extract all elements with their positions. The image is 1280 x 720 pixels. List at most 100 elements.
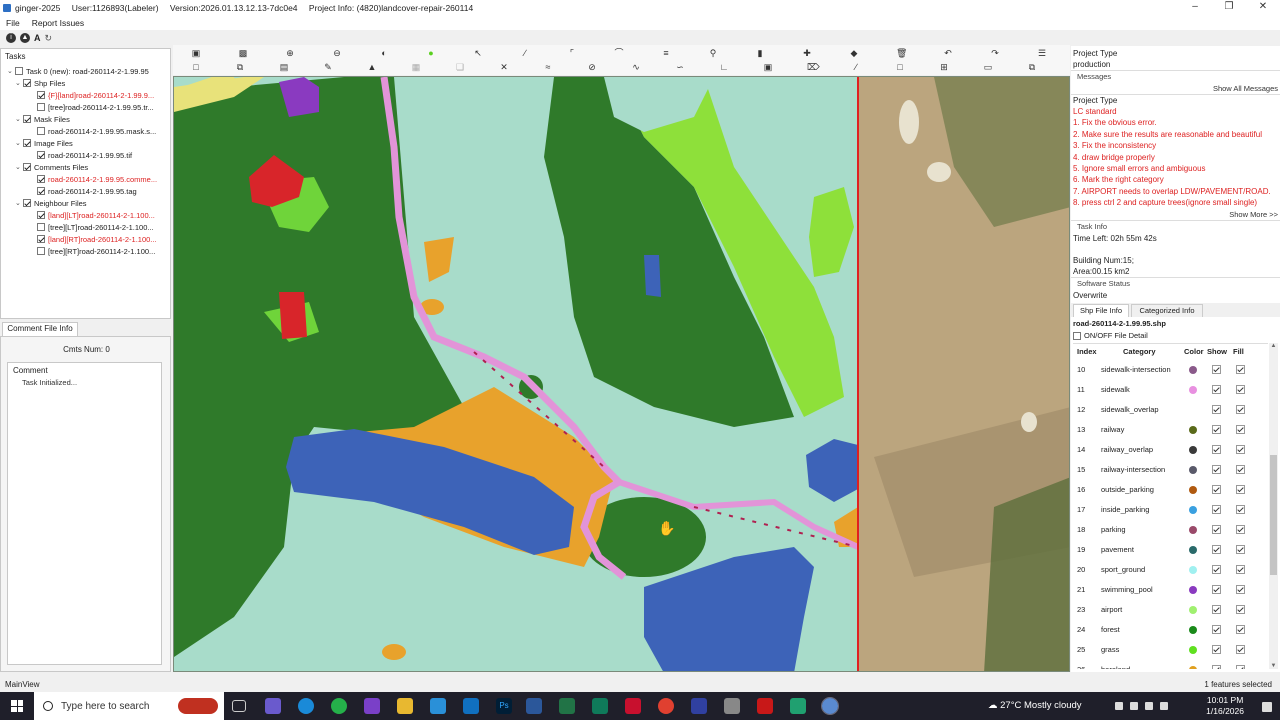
zoom-in-icon[interactable]: ⊕ [285,48,295,58]
trace-icon[interactable]: ∽ [675,62,685,72]
redo-icon[interactable]: ↷ [990,48,1000,58]
show-checkbox[interactable] [1212,365,1221,374]
category-color-swatch[interactable] [1189,400,1203,420]
snap-icon[interactable]: ⌦ [807,62,820,72]
tree-checkbox[interactable] [23,163,31,171]
category-show-toggle[interactable] [1212,420,1221,440]
show-checkbox[interactable] [1212,385,1221,394]
polyline-icon[interactable]: ⌜ [567,48,577,58]
clock[interactable]: 10:01 PM 1/16/2026 [1206,695,1244,717]
restore-button[interactable]: ❐ [1212,0,1246,16]
tree-checkbox[interactable] [37,175,45,183]
category-row[interactable]: 10 sidewalk-intersection [1073,360,1268,380]
chart-icon[interactable]: ∟ [719,62,729,72]
tab-categorized-info[interactable]: Categorized Info [1131,304,1203,317]
tree-item[interactable]: [land][RT]road-260114-2-1.100... [29,233,169,245]
tree-item[interactable]: ⌄ Neighbour Files [15,197,169,209]
category-color-swatch[interactable] [1189,380,1203,400]
category-color-swatch[interactable] [1189,620,1203,640]
category-fill-toggle[interactable] [1236,520,1245,540]
tree-item[interactable]: ⌄ Mask Files [15,113,169,125]
tree-checkbox[interactable] [37,187,45,195]
delete-icon[interactable]: 🗑 [896,48,907,58]
fill-icon[interactable]: ▲ [367,62,377,72]
category-show-toggle[interactable] [1212,480,1221,500]
category-fill-toggle[interactable] [1236,560,1245,580]
expand-arrow-icon[interactable]: ⌄ [15,115,23,123]
tree-item[interactable]: ⌄ Shp Files [15,77,169,89]
show-checkbox[interactable] [1212,645,1221,654]
word-icon[interactable] [526,698,542,714]
show-more-link[interactable]: Show More >> [1229,210,1278,219]
comment-item[interactable]: Task Initialized... [8,378,161,387]
fill-checkbox[interactable] [1236,525,1245,534]
category-row[interactable]: 11 sidewalk [1073,380,1268,400]
show-checkbox[interactable] [1212,405,1221,414]
calculator-icon[interactable] [724,698,740,714]
category-show-toggle[interactable] [1212,500,1221,520]
task-view-icon[interactable] [232,700,246,712]
tree-item[interactable]: [tree]road-260114-2-1.99.95.tr... [29,101,169,113]
photoshop-icon[interactable]: Ps [496,698,512,714]
merge-icon[interactable]: ✚ [802,48,812,58]
save-icon[interactable]: ▣ [191,48,201,58]
tree-item[interactable]: [tree][LT]road-260114-2-1.100... [29,221,169,233]
tree-checkbox[interactable] [37,91,45,99]
store-icon[interactable] [430,698,446,714]
weather-widget[interactable]: ☁ 27°C Mostly cloudy [988,700,1082,711]
category-fill-toggle[interactable] [1236,640,1245,660]
chat-app-icon[interactable] [331,698,347,714]
category-fill-toggle[interactable] [1236,460,1245,480]
tree-item[interactable]: ⌄ Comments Files [15,161,169,173]
category-color-swatch[interactable] [1189,520,1203,540]
category-show-toggle[interactable] [1212,600,1221,620]
tree-checkbox[interactable] [37,103,45,111]
up-arrow-icon[interactable]: ▲ [20,33,30,43]
rectangle-icon[interactable]: ▭ [983,62,993,72]
category-row[interactable]: 18 parking [1073,520,1268,540]
tree-item[interactable]: road-260114-2-1.99.95.tif [29,149,169,161]
show-checkbox[interactable] [1212,565,1221,574]
menu-icon[interactable]: ☰ [1037,48,1047,58]
category-fill-toggle[interactable] [1236,480,1245,500]
category-fill-toggle[interactable] [1236,540,1245,560]
tree-item[interactable]: ⌄ Image Files [15,137,169,149]
category-row[interactable]: 19 pavement [1073,540,1268,560]
category-scrollbar[interactable]: ▲ ▼ [1269,343,1278,669]
expand-arrow-icon[interactable]: ⌄ [7,67,15,75]
tree-checkbox[interactable] [15,67,23,75]
tree-checkbox[interactable] [37,211,45,219]
contrast-icon[interactable]: ◐ [379,48,389,58]
show-checkbox[interactable] [1212,585,1221,594]
category-fill-toggle[interactable] [1236,580,1245,600]
scrollbar-thumb[interactable] [1270,455,1277,575]
expand-arrow-icon[interactable]: ⌄ [15,79,23,87]
battery-icon[interactable] [1130,702,1138,710]
category-show-toggle[interactable] [1212,640,1221,660]
expand-arrow-icon[interactable]: ⌄ [15,199,23,207]
show-checkbox[interactable] [1212,625,1221,634]
onoff-file-detail[interactable]: ON/OFF File Detail [1073,331,1148,340]
export-icon[interactable]: ⧉ [1027,62,1037,72]
fill-checkbox[interactable] [1236,425,1245,434]
tab-shp-file-info[interactable]: Shp File Info [1073,304,1129,317]
category-row[interactable]: 17 inside_parking [1073,500,1268,520]
tree-item[interactable]: road-260114-2-1.99.95.tag [29,185,169,197]
tree-item[interactable]: [tree][RT]road-260114-2-1.100... [29,245,169,257]
tree-item[interactable]: road-260114-2-1.99.95.mask.s... [29,125,169,137]
file-explorer-icon[interactable] [397,698,413,714]
clone-icon[interactable]: ❏ [455,62,465,72]
color-dot-icon[interactable]: ● [426,48,436,58]
category-row[interactable]: 16 outside_parking [1073,480,1268,500]
select-icon[interactable]: □ [191,62,201,72]
copy-icon[interactable]: ⧉ [235,62,245,72]
align-icon[interactable]: ≡ [661,48,671,58]
minimize-button[interactable]: – [1178,0,1212,16]
fill-checkbox[interactable] [1236,485,1245,494]
onoff-checkbox[interactable] [1073,331,1081,340]
pdf-icon[interactable] [757,698,773,714]
category-fill-toggle[interactable] [1236,620,1245,640]
app-icon-blue[interactable] [691,698,707,714]
category-row[interactable]: 20 sport_ground [1073,560,1268,580]
category-color-swatch[interactable] [1189,360,1203,380]
